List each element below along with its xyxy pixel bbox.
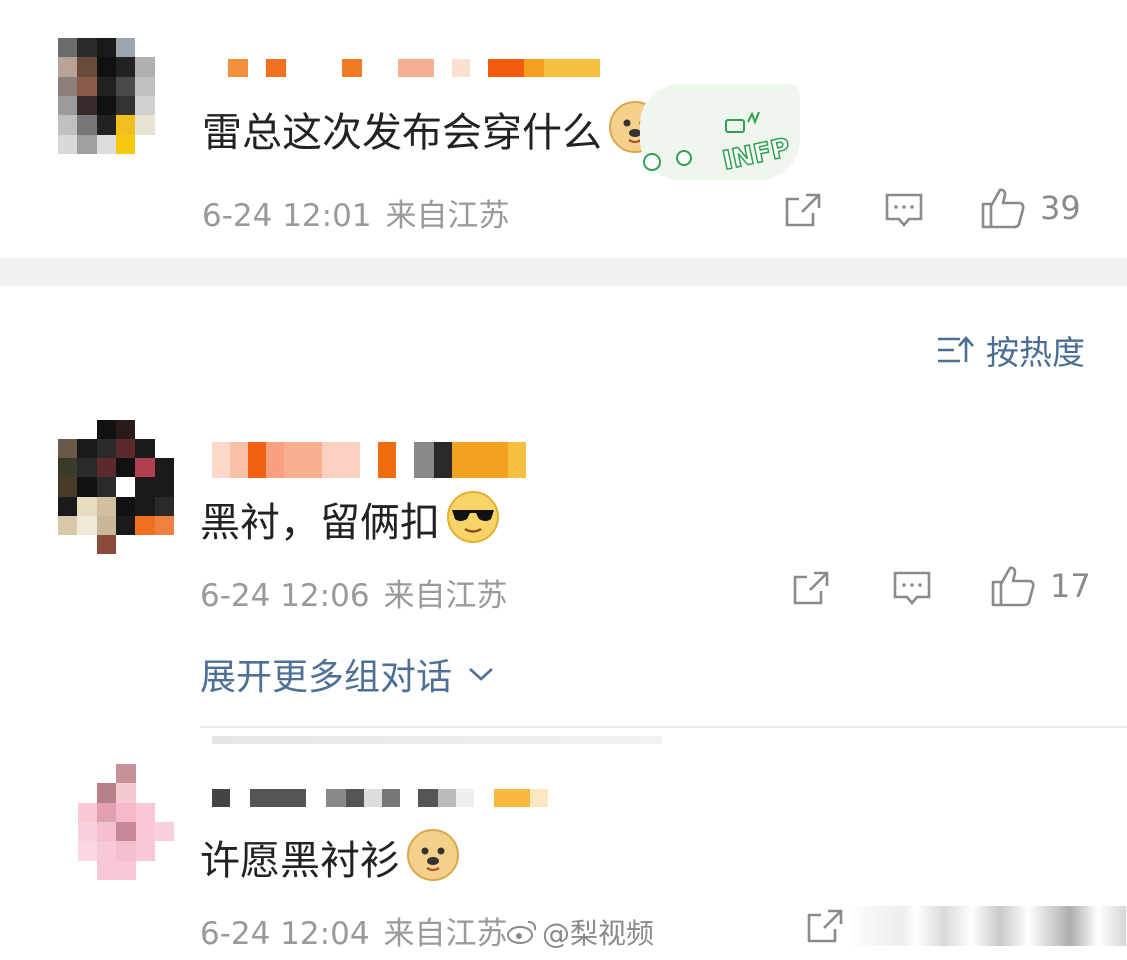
username[interactable] — [212, 438, 526, 482]
cool-sunglasses-emoji-icon — [446, 490, 500, 555]
share-button[interactable] — [792, 570, 830, 606]
expand-label: 展开更多组对话 — [200, 657, 453, 698]
watermark: @梨视频 — [506, 912, 654, 952]
doge-emoji-icon — [406, 828, 460, 893]
comment-text: 雷总这次发布会穿什么 — [202, 100, 662, 165]
like-button[interactable]: 17 — [990, 564, 1091, 608]
share-button[interactable] — [806, 908, 844, 944]
section-divider — [0, 258, 1127, 286]
infp-sticker: INFP — [640, 84, 800, 180]
username[interactable] — [212, 778, 548, 818]
sort-icon — [938, 336, 974, 363]
share-icon — [793, 571, 829, 605]
comment-time: 6-24 12:06 — [200, 578, 370, 614]
comment-time: 6-24 12:01 — [202, 198, 372, 234]
reply-button[interactable] — [884, 192, 924, 230]
comment-icon — [885, 193, 923, 228]
divider — [200, 726, 1127, 728]
comment-meta: 6-24 12:06 来自江苏 — [200, 570, 508, 615]
sort-label: 按热度 — [986, 333, 1085, 372]
username[interactable] — [228, 48, 600, 88]
thumbs-up-icon — [991, 566, 1035, 607]
divider-shadow — [212, 736, 662, 744]
comment-location: 来自江苏 — [385, 198, 510, 234]
watermark-blur — [846, 906, 1126, 946]
comment-text: 黑衬，留俩扣 — [200, 490, 500, 555]
sort-toggle[interactable]: 按热度 — [936, 326, 1085, 374]
comment-meta: 6-24 12:04 来自江苏 — [200, 908, 508, 953]
comment-location: 来自江苏 — [383, 578, 508, 614]
comment-meta: 6-24 12:01 来自江苏 — [202, 190, 510, 235]
avatar[interactable] — [78, 764, 174, 880]
comment-time: 6-24 12:04 — [200, 916, 370, 952]
svg-text:INFP: INFP — [720, 133, 793, 177]
avatar[interactable] — [58, 38, 174, 154]
share-icon — [785, 193, 821, 227]
like-count: 17 — [1050, 567, 1091, 605]
like-count: 39 — [1040, 189, 1081, 227]
comment-text: 许愿黑衬衫 — [200, 828, 460, 893]
reply-button[interactable] — [892, 570, 932, 608]
share-button[interactable] — [784, 192, 822, 228]
share-icon — [807, 909, 843, 943]
chevron-down-icon — [469, 668, 493, 681]
comment-location: 来自江苏 — [383, 916, 508, 952]
weibo-logo-icon — [507, 921, 537, 944]
like-button[interactable]: 39 — [980, 186, 1081, 230]
thumbs-up-icon — [981, 188, 1025, 229]
avatar[interactable] — [58, 420, 174, 554]
expand-more-replies[interactable]: 展开更多组对话 — [200, 648, 496, 700]
watermark-text: @梨视频 — [542, 917, 655, 950]
comment-icon — [893, 571, 931, 606]
